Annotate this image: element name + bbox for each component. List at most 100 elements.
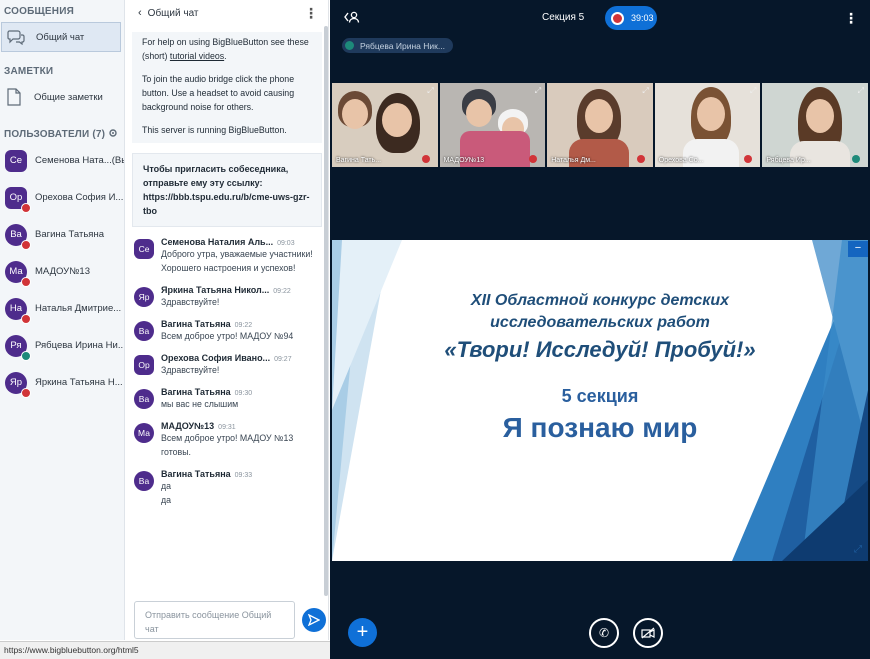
message-time: 09:22 bbox=[234, 322, 253, 329]
avatar-initials: Ва bbox=[10, 229, 22, 240]
user-name: Наталья Дмитрие... bbox=[35, 303, 122, 314]
talking-indicator[interactable]: Рябцева Ирина Ник... bbox=[342, 38, 453, 53]
user-name: Семенова Ната...(Вы) bbox=[35, 155, 124, 166]
more-options-icon[interactable]: ⋮ bbox=[304, 5, 318, 22]
avatar-initials: Ор bbox=[9, 192, 23, 203]
slide-line-2: исследовательских работ bbox=[490, 314, 710, 331]
send-button[interactable] bbox=[302, 608, 326, 632]
avatar-initials: Ма bbox=[9, 266, 23, 277]
expand-icon[interactable]: ⤢ bbox=[750, 86, 756, 96]
user-list-item[interactable]: Се Семенова Ната...(Вы) bbox=[0, 142, 124, 179]
user-list-item[interactable]: Ря Рябцева Ирина Ни... bbox=[0, 327, 124, 364]
avatar: Ма bbox=[5, 260, 31, 287]
minimize-presentation-button[interactable]: − bbox=[848, 241, 868, 257]
avatar: Се bbox=[5, 149, 27, 172]
users-header: ПОЛЬЗОВАТЕЛИ (7) bbox=[0, 120, 124, 142]
unmuted-mic-icon bbox=[851, 155, 860, 163]
public-chat-item[interactable]: Общий чат bbox=[1, 22, 121, 52]
user-list-item[interactable]: Ор Орехова София И... bbox=[0, 179, 124, 216]
message-author: Вагина Татьяна bbox=[161, 387, 231, 397]
chat-panel: ‹ Общий чат ⋮ For help on using BigBlueB… bbox=[126, 0, 329, 640]
gear-icon[interactable] bbox=[108, 128, 118, 141]
chat-bubbles-icon bbox=[6, 27, 26, 47]
message-author: Вагина Татьяна bbox=[161, 469, 231, 479]
user-list-item[interactable]: На Наталья Дмитрие... bbox=[0, 290, 124, 327]
chat-title: Общий чат bbox=[147, 7, 199, 19]
webcam-tile[interactable]: ⤢ Наталья Дм... bbox=[547, 83, 653, 167]
message-text: Всем доброе утро! МАДОУ №13 готовы. bbox=[161, 433, 294, 457]
message-time: 09:22 bbox=[273, 288, 291, 295]
welcome-text-2: To join the audio bridge click the phone… bbox=[142, 74, 295, 112]
invite-message: Чтобы пригласить собеседника, отправьте … bbox=[132, 153, 322, 227]
user-name: Орехова София И... bbox=[35, 192, 124, 203]
message-meta: Вагина Татьяна 09:22 bbox=[161, 319, 320, 329]
muted-mic-icon bbox=[421, 155, 430, 163]
message-body: Вагина Татьяна 09:33 да да bbox=[161, 469, 320, 507]
muted-mic-icon bbox=[21, 313, 31, 324]
slide-line-1: XII Областной конкурс детских bbox=[470, 292, 730, 309]
user-list-item[interactable]: Ма МАДОУ№13 bbox=[0, 253, 124, 290]
muted-mic-icon bbox=[21, 239, 31, 250]
message-text: да bbox=[161, 495, 172, 505]
user-list-item[interactable]: Яр Яркина Татьяна Н... bbox=[0, 364, 124, 401]
options-menu-icon[interactable]: ⋮ bbox=[844, 10, 858, 27]
muted-mic-icon bbox=[21, 276, 31, 287]
phone-off-icon: ✆ bbox=[598, 626, 610, 640]
message-time: 09:27 bbox=[274, 356, 292, 363]
recording-indicator[interactable]: 39:03 bbox=[605, 6, 657, 30]
expand-icon[interactable]: ⤢ bbox=[858, 86, 864, 96]
message-meta: Яркина Татьяна Никол... 09:22 bbox=[161, 285, 320, 295]
webcam-tile[interactable]: ⤢ МАДОУ№13 bbox=[439, 83, 546, 167]
welcome-message: For help on using BigBlueButton see thes… bbox=[132, 32, 322, 143]
notes-header: ЗАМЕТКИ bbox=[4, 66, 54, 77]
chat-header: ‹ Общий чат ⋮ bbox=[126, 0, 328, 26]
audio-settings-button[interactable]: ✆ bbox=[589, 618, 619, 648]
record-time: 39:03 bbox=[631, 13, 654, 23]
webcam-strip: ⤢ Вагина Тать... ⤢ МАДОУ№13 ⤢ Наталья Дм… bbox=[332, 83, 868, 167]
actions-plus-button[interactable]: + bbox=[348, 618, 377, 647]
chat-scrollbar[interactable] bbox=[324, 26, 328, 596]
message-meta: Семенова Наталия Аль... 09:03 bbox=[161, 237, 320, 247]
expand-icon[interactable]: ⤢ bbox=[535, 86, 541, 96]
fullscreen-icon[interactable]: ⤢ bbox=[854, 544, 862, 555]
avatar: Яр bbox=[134, 287, 154, 307]
toggle-userlist-icon[interactable] bbox=[344, 11, 360, 26]
user-list-item[interactable]: Ва Вагина Татьяна bbox=[0, 216, 124, 253]
message-body: Яркина Татьяна Никол... 09:22 Здравствуйте… bbox=[161, 285, 320, 309]
message-list: Се Семенова Наталия Аль... 09:03 Доброго ут… bbox=[126, 237, 328, 507]
chat-message-input[interactable]: Отправить сообщение Общий чат bbox=[134, 601, 295, 639]
user-list-sidebar: СООБЩЕНИЯ Общий чат ЗАМЕТКИ Общие заметк… bbox=[0, 0, 125, 640]
slide-line-3: «Твори! Исследуй! Пробуй!» bbox=[444, 337, 756, 362]
expand-icon[interactable]: ⤢ bbox=[427, 86, 433, 96]
avatar: Ва bbox=[134, 389, 154, 409]
message-author: Орехова София Ивано... bbox=[161, 353, 271, 363]
expand-icon[interactable]: ⤢ bbox=[642, 86, 648, 96]
tutorial-videos-link[interactable]: tutorial videos bbox=[170, 51, 224, 61]
chat-message: Се Семенова Наталия Аль... 09:03 Доброго ут… bbox=[126, 237, 328, 275]
record-icon bbox=[611, 11, 624, 25]
webcam-button[interactable] bbox=[633, 618, 663, 648]
chevron-left-icon[interactable]: ‹ bbox=[138, 7, 142, 19]
welcome-text-1b: . bbox=[224, 51, 227, 61]
message-text: Доброго утра, уважаемые участники! Хорош… bbox=[161, 249, 313, 273]
avatar: Ва bbox=[134, 321, 154, 341]
shared-notes-item[interactable]: Общие заметки bbox=[0, 82, 124, 112]
user-name: Рябцева Ирина Ни... bbox=[35, 340, 124, 351]
message-time: 09:30 bbox=[234, 390, 253, 397]
top-bar: Секция 5 39:03 ⋮ bbox=[330, 0, 870, 36]
public-chat-label: Общий чат bbox=[36, 31, 85, 43]
welcome-text-3: This server is running BigBlueButton. bbox=[142, 125, 287, 135]
message-author: Вагина Татьяна bbox=[161, 319, 231, 329]
user-name: Яркина Татьяна Н... bbox=[35, 377, 123, 388]
webcam-tile[interactable]: ⤢ Рябцева Ир... bbox=[762, 83, 868, 167]
webcam-tile[interactable]: ⤢ Вагина Тать... bbox=[332, 83, 438, 167]
user-name: МАДОУ№13 bbox=[35, 266, 90, 277]
invite-link[interactable]: https://bbb.tspu.edu.ru/b/cme-uws-gzr-tb… bbox=[143, 190, 311, 218]
message-author: Яркина Татьяна Никол... bbox=[161, 285, 270, 295]
webcam-tile[interactable]: ⤢ Орехова Со... bbox=[654, 83, 761, 167]
talker-name: Рябцева Ирина Ник... bbox=[360, 40, 445, 51]
avatar: Ва bbox=[5, 223, 31, 250]
muted-mic-icon bbox=[636, 155, 645, 163]
chat-message: Яр Яркина Татьяна Никол... 09:22 Здравствуй… bbox=[126, 285, 328, 309]
message-text: Здравствуйте! bbox=[161, 365, 220, 375]
